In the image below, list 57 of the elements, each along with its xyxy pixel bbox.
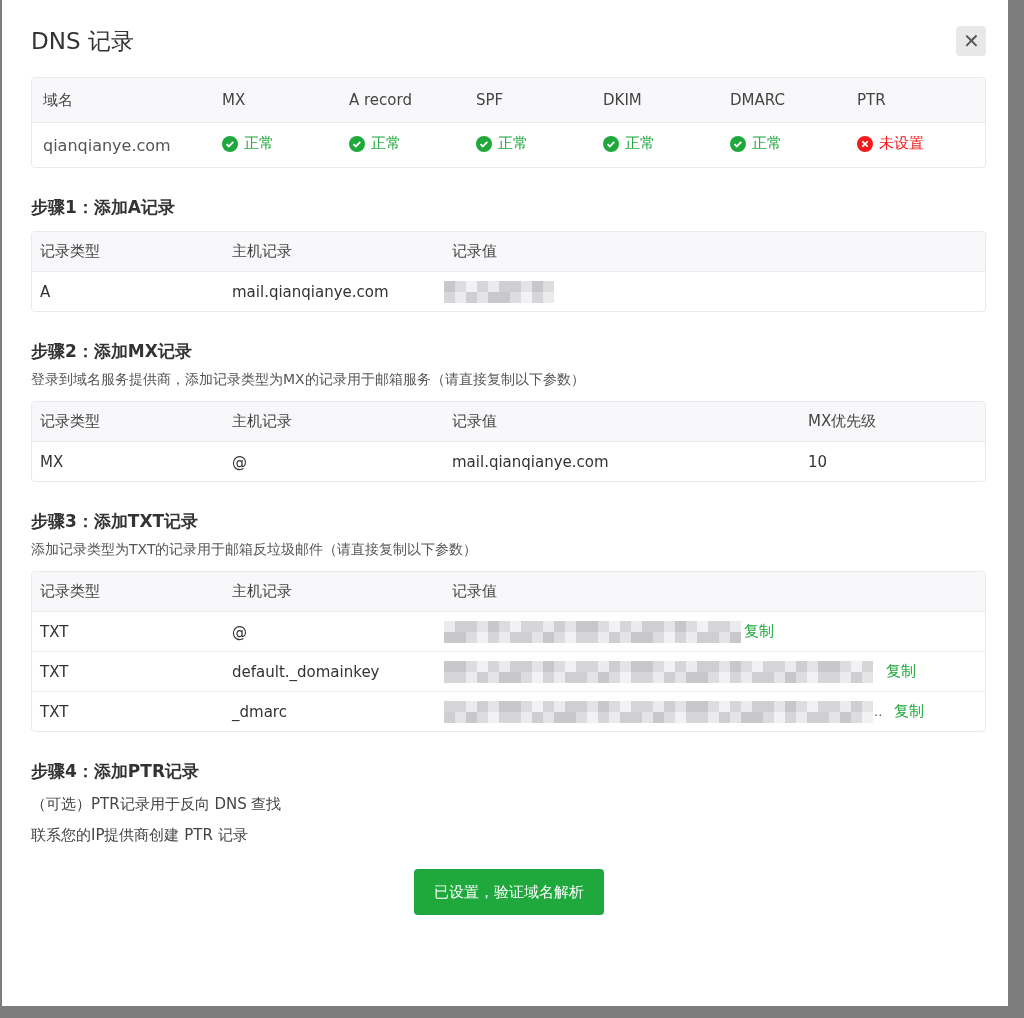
table-cell-text: MX xyxy=(39,452,65,471)
column-header: 记录值 xyxy=(451,582,498,601)
status-label: 正常 xyxy=(476,134,528,154)
verify-button[interactable]: 已设置，验证域名解析 xyxy=(413,869,604,915)
table-cell-text: TXT xyxy=(39,622,70,641)
step-heading: 步骤1：添加A记录 xyxy=(31,196,176,219)
copy-link[interactable]: 复制 xyxy=(894,702,925,721)
column-header: 记录值 xyxy=(451,242,498,261)
check-icon xyxy=(349,135,365,152)
table-cell-text: @ xyxy=(231,452,248,471)
table-cell-text: TXT xyxy=(39,702,70,721)
table-cell: mail.qianqianye.com xyxy=(452,452,609,471)
table-cell-text: mail.qianqianye.com xyxy=(231,282,390,301)
status-label: 正常 xyxy=(349,134,401,154)
copy-link[interactable]: 复制 xyxy=(886,662,916,681)
column-header: PTR xyxy=(857,91,887,109)
step-heading: 步骤3：添加TXT记录 xyxy=(31,510,200,533)
check-icon xyxy=(603,135,619,152)
column-header: 主机记录 xyxy=(231,582,293,601)
domain-cell-text: qianqianye.com xyxy=(42,135,172,155)
column-header: 主机记录 xyxy=(231,242,293,261)
dialog-title: DNS 记录 xyxy=(31,26,134,56)
step-heading: 步骤2：添加MX记录 xyxy=(31,340,193,363)
table-cell-text: TXT xyxy=(39,662,70,681)
column-header: 记录类型 xyxy=(39,242,101,261)
column-header: A record xyxy=(349,91,413,109)
column-header: MX xyxy=(222,91,247,109)
status-label: 未设置 xyxy=(857,134,924,154)
step-description: 添加记录类型为TXT的记录用于邮箱反垃圾邮件（请直接复制以下参数） xyxy=(31,541,479,559)
error-icon xyxy=(857,135,873,152)
column-header: 记录类型 xyxy=(39,582,101,601)
column-header: SPF xyxy=(476,91,505,109)
column-header: DMARC xyxy=(730,91,786,109)
table-cell-text: 10 xyxy=(807,452,828,471)
table-cell-text: default._domainkey xyxy=(231,662,381,681)
column-header: 主机记录 xyxy=(231,412,293,431)
check-icon xyxy=(730,135,746,152)
close-button[interactable]: ✕ xyxy=(956,26,986,56)
status-label: 正常 xyxy=(730,134,782,154)
step-heading: 步骤4：添加PTR记录 xyxy=(31,760,200,783)
status-label: 正常 xyxy=(222,134,274,154)
note-text: 联系您的IP提供商创建 PTR 记录 xyxy=(31,826,249,845)
copy-link[interactable]: 复制 xyxy=(744,622,774,641)
ellipsis-text: .. xyxy=(874,704,883,719)
table-cell-text: _dmarc xyxy=(231,702,288,721)
table-cell-text: A xyxy=(39,282,52,301)
step-description: 登录到域名服务提供商，添加记录类型为MX的记录用于邮箱服务（请直接复制以下参数） xyxy=(31,371,586,389)
check-icon xyxy=(476,135,492,152)
table-cell-text: @ xyxy=(231,622,248,641)
column-header: 记录值 xyxy=(451,412,498,431)
check-icon xyxy=(222,135,238,152)
note-text: （可选）PTR记录用于反向 DNS 查找 xyxy=(31,795,283,814)
column-header: 域名 xyxy=(42,90,74,110)
status-label: 正常 xyxy=(603,134,655,154)
column-header: 记录类型 xyxy=(39,412,101,431)
column-header: DKIM xyxy=(603,91,643,109)
column-header: MX优先级 xyxy=(807,412,877,431)
